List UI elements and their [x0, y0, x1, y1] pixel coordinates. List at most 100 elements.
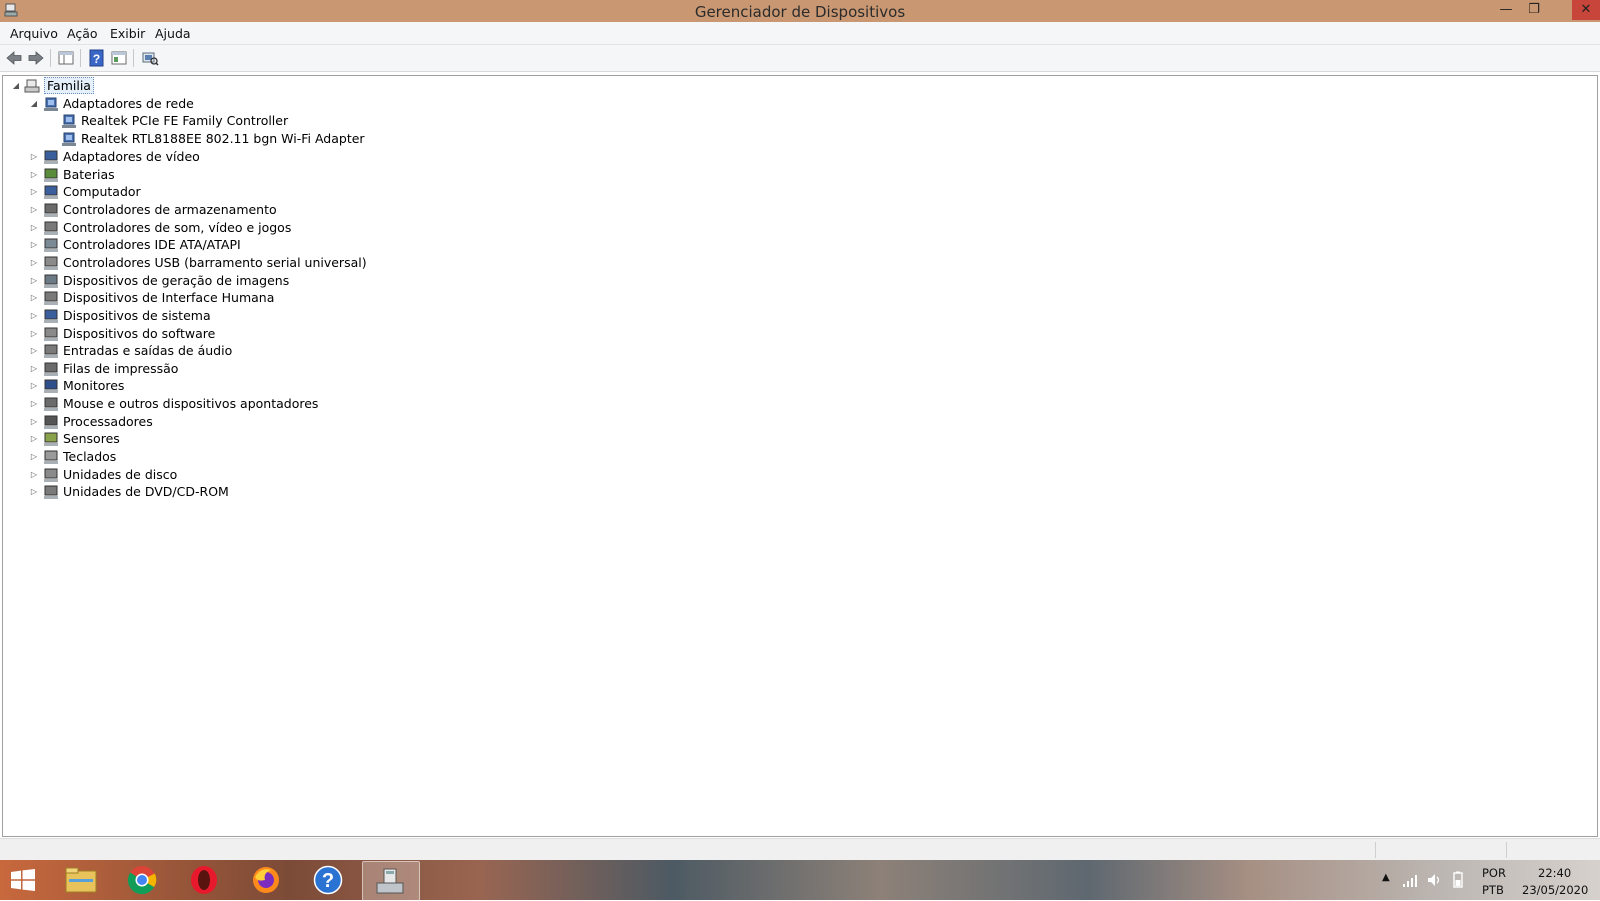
battery-icon[interactable] — [1450, 871, 1466, 889]
menu-arquivo[interactable]: Arquivo — [10, 26, 58, 41]
print-queue-icon — [44, 362, 58, 376]
minimize-button[interactable]: — — [1492, 0, 1520, 20]
tree-node-label[interactable]: Sensores — [63, 431, 120, 446]
collapse-icon[interactable]: ◢ — [29, 95, 39, 113]
show-hidden-icons[interactable]: ▲ — [1382, 872, 1390, 883]
storage-controller-icon — [44, 203, 58, 217]
network-signal-icon[interactable] — [1402, 872, 1420, 888]
keyboard-layout-indicator[interactable]: PTB — [1482, 883, 1504, 897]
tree-node-label[interactable]: Dispositivos de Interface Humana — [63, 290, 274, 305]
chrome-icon — [127, 866, 157, 895]
windows-start-icon[interactable] — [10, 869, 36, 891]
clock-time[interactable]: 22:40 — [1538, 866, 1571, 880]
usb-controller-icon — [44, 256, 58, 270]
expand-icon[interactable]: ▷ — [29, 448, 39, 466]
menu-exibir[interactable]: Exibir — [110, 26, 145, 41]
tree-node-label[interactable]: Entradas e saídas de áudio — [63, 343, 232, 358]
taskbar-firefox[interactable] — [239, 861, 295, 899]
expand-icon[interactable]: ▷ — [29, 360, 39, 378]
expand-icon[interactable]: ▷ — [29, 201, 39, 219]
taskbar-device-manager[interactable] — [362, 861, 420, 901]
device-tree[interactable]: ◢ Familia ◢ Adaptadores de rede Realtek … — [2, 75, 1598, 837]
tree-node-label[interactable]: Filas de impressão — [63, 361, 178, 376]
network-adapter-icon — [62, 114, 76, 128]
expand-icon[interactable]: ▷ — [29, 148, 39, 166]
file-explorer-icon — [65, 867, 97, 893]
expand-icon[interactable]: ▷ — [29, 430, 39, 448]
tree-node-label[interactable]: Mouse e outros dispositivos apontadores — [63, 396, 318, 411]
expand-icon[interactable]: ▷ — [29, 377, 39, 395]
back-arrow-icon[interactable] — [5, 49, 23, 67]
menu-ajuda[interactable]: Ajuda — [155, 26, 191, 41]
software-device-icon — [44, 327, 58, 341]
title-bar: Gerenciador de Dispositivos — ❐ ✕ — [0, 0, 1600, 22]
scan-hardware-icon[interactable] — [141, 49, 159, 67]
expand-icon[interactable]: ▷ — [29, 483, 39, 501]
tree-node-label[interactable]: Controladores de som, vídeo e jogos — [63, 220, 291, 235]
tree-node-label[interactable]: Computador — [63, 184, 141, 199]
tree-node-label[interactable]: Adaptadores de rede — [63, 96, 194, 111]
tree-node-label[interactable]: Teclados — [63, 449, 116, 464]
tree-leaf-label[interactable]: Realtek PCIe FE Family Controller — [81, 113, 288, 128]
forward-arrow-icon[interactable] — [27, 49, 45, 67]
properties-pane-icon[interactable] — [57, 49, 75, 67]
expand-icon[interactable]: ▷ — [29, 166, 39, 184]
close-button[interactable]: ✕ — [1572, 0, 1600, 20]
taskbar-chrome[interactable] — [115, 861, 171, 899]
taskbar-opera[interactable] — [177, 861, 233, 899]
expand-icon[interactable]: ▷ — [29, 413, 39, 431]
help-icon[interactable]: ? — [88, 49, 106, 67]
tree-root-label[interactable]: Familia — [44, 77, 94, 94]
monitor-icon — [44, 379, 58, 394]
display-adapter-icon — [44, 150, 58, 164]
tree-node-label[interactable]: Dispositivos de geração de imagens — [63, 273, 289, 288]
menu-acao[interactable]: Ação — [67, 26, 98, 41]
status-divider — [1375, 842, 1376, 858]
tree-node-label[interactable]: Monitores — [63, 378, 124, 393]
tree-node-label[interactable]: Dispositivos de sistema — [63, 308, 211, 323]
expand-icon[interactable]: ▷ — [29, 236, 39, 254]
tree-leaf-label[interactable]: Realtek RTL8188EE 802.11 bgn Wi-Fi Adapt… — [81, 131, 365, 146]
tree-node-label[interactable]: Unidades de disco — [63, 467, 177, 482]
tree-node-label[interactable]: Controladores USB (barramento serial uni… — [63, 255, 367, 270]
language-indicator[interactable]: POR — [1482, 866, 1506, 880]
computer-root-icon — [24, 79, 40, 93]
expand-icon[interactable]: ▷ — [29, 289, 39, 307]
device-view-icon[interactable] — [110, 49, 128, 67]
help-icon: ? — [313, 865, 343, 895]
expand-icon[interactable]: ▷ — [29, 342, 39, 360]
tree-node-label[interactable]: Baterias — [63, 167, 115, 182]
tree-node-label[interactable]: Unidades de DVD/CD-ROM — [63, 484, 229, 499]
expand-icon[interactable]: ▷ — [29, 307, 39, 325]
maximize-button[interactable]: ❐ — [1520, 0, 1548, 20]
tree-node-label[interactable]: Processadores — [63, 414, 153, 429]
sound-controller-icon — [44, 221, 58, 235]
svg-text:?: ? — [93, 52, 100, 66]
collapse-icon[interactable]: ◢ — [11, 77, 21, 95]
expand-icon[interactable]: ▷ — [29, 219, 39, 237]
processor-icon — [44, 415, 58, 429]
taskbar: ? ▲ POR PTB 22:40 23/05/2020 — [0, 860, 1600, 901]
tree-node-label[interactable]: Adaptadores de vídeo — [63, 149, 200, 164]
taskbar-help[interactable]: ? — [301, 861, 357, 899]
sensor-icon — [44, 432, 58, 447]
tree-node-label[interactable]: Dispositivos do software — [63, 326, 215, 341]
expand-icon[interactable]: ▷ — [29, 325, 39, 343]
expand-icon[interactable]: ▷ — [29, 254, 39, 272]
expand-icon[interactable]: ▷ — [29, 466, 39, 484]
status-bar — [0, 838, 1600, 861]
tree-node-label[interactable]: Controladores IDE ATA/ATAPI — [63, 237, 241, 252]
volume-icon[interactable] — [1426, 872, 1444, 888]
network-adapter-icon — [62, 132, 76, 146]
expand-icon[interactable]: ▷ — [29, 272, 39, 290]
imaging-device-icon — [44, 274, 58, 288]
computer-icon — [44, 185, 58, 200]
clock-date[interactable]: 23/05/2020 — [1522, 883, 1588, 897]
tree-node-label[interactable]: Controladores de armazenamento — [63, 202, 277, 217]
network-adapter-icon — [44, 97, 58, 111]
human-interface-device-icon — [44, 291, 58, 306]
expand-icon[interactable]: ▷ — [29, 183, 39, 201]
toolbar-separator — [133, 49, 134, 67]
expand-icon[interactable]: ▷ — [29, 395, 39, 413]
taskbar-file-explorer[interactable] — [53, 861, 109, 899]
